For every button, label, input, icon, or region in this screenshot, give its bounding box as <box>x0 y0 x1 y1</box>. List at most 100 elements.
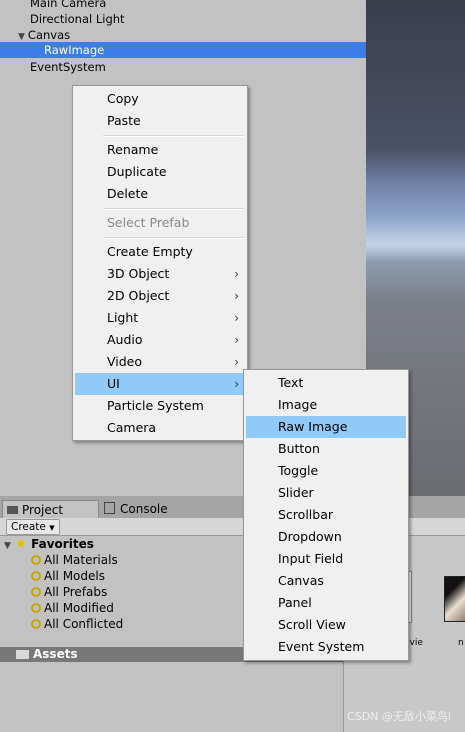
search-icon <box>31 555 41 565</box>
hierarchy-item-label: Main Camera <box>30 0 107 10</box>
hierarchy-item-directional-light[interactable]: Directional Light <box>30 11 396 27</box>
menu-item-ui[interactable]: UI › <box>75 373 245 395</box>
hierarchy-item-label: RawImage <box>44 43 105 57</box>
menu-item-label: Particle System <box>107 398 204 413</box>
chevron-right-icon: › <box>234 267 239 281</box>
menu-item-label: Audio <box>107 332 143 347</box>
menu-item-label: Light <box>107 310 139 325</box>
favorites-header[interactable]: ▼ ★ Favorites <box>4 536 94 552</box>
favorites-title: Favorites <box>31 537 94 551</box>
folder-icon <box>16 650 29 659</box>
favorite-label: All Conflicted <box>44 617 124 631</box>
submenu-item-input-field[interactable]: Input Field <box>246 548 406 570</box>
context-menu: Copy Paste Rename Duplicate Delete Selec… <box>72 85 248 441</box>
submenu-item-scrollbar[interactable]: Scrollbar <box>246 504 406 526</box>
foldout-arrow-icon[interactable]: ▼ <box>18 32 25 42</box>
menu-item-label: Input Field <box>278 551 344 566</box>
menu-item-label: 2D Object <box>107 288 170 303</box>
chevron-right-icon: › <box>234 333 239 347</box>
menu-item-delete[interactable]: Delete <box>75 183 245 205</box>
submenu-item-panel[interactable]: Panel <box>246 592 406 614</box>
menu-item-label: Event System <box>278 639 365 654</box>
submenu-item-button[interactable]: Button <box>246 438 406 460</box>
menu-item-label: Text <box>278 375 304 390</box>
menu-item-label: Rename <box>107 142 159 157</box>
favorite-item[interactable]: All Conflicted <box>31 616 123 632</box>
menu-separator <box>103 135 244 137</box>
chevron-right-icon: › <box>234 377 239 391</box>
create-label: Create <box>11 521 46 533</box>
menu-item-label: Scrollbar <box>278 507 333 522</box>
watermark: CSDN @无敌小菜鸟i <box>347 710 451 723</box>
submenu-item-canvas[interactable]: Canvas <box>246 570 406 592</box>
menu-item-label: Delete <box>107 186 149 201</box>
assets-label: Assets <box>33 647 78 661</box>
submenu-item-slider[interactable]: Slider <box>246 482 406 504</box>
menu-item-audio[interactable]: Audio › <box>75 329 245 351</box>
favorite-label: All Models <box>44 569 105 583</box>
menu-item-video[interactable]: Video › <box>75 351 245 373</box>
favorite-item[interactable]: All Prefabs <box>31 584 107 600</box>
asset-thumbnail[interactable] <box>444 576 465 622</box>
menu-item-2d-object[interactable]: 2D Object › <box>75 285 245 307</box>
menu-item-label: Toggle <box>278 463 319 478</box>
menu-item-label: Copy <box>107 91 139 106</box>
menu-item-label: Image <box>278 397 318 412</box>
menu-item-label: Slider <box>278 485 314 500</box>
favorite-item[interactable]: All Models <box>31 568 105 584</box>
hierarchy-item-eventsystem[interactable]: EventSystem <box>30 59 396 75</box>
submenu-item-scroll-view[interactable]: Scroll View <box>246 614 406 636</box>
search-icon <box>31 571 41 581</box>
favorite-item[interactable]: All Materials <box>31 552 118 568</box>
hierarchy-item-label: EventSystem <box>30 60 106 74</box>
tab-label: Console <box>120 502 168 516</box>
menu-item-create-empty[interactable]: Create Empty <box>75 241 245 263</box>
favorite-label: All Materials <box>44 553 118 567</box>
submenu-item-raw-image[interactable]: Raw Image <box>246 416 406 438</box>
menu-item-label: Create Empty <box>107 244 193 259</box>
menu-separator <box>103 237 244 239</box>
menu-item-label: Panel <box>278 595 312 610</box>
submenu-item-toggle[interactable]: Toggle <box>246 460 406 482</box>
menu-item-light[interactable]: Light › <box>75 307 245 329</box>
menu-item-camera[interactable]: Camera <box>75 417 245 439</box>
submenu-item-image[interactable]: Image <box>246 394 406 416</box>
hierarchy-item-rawimage[interactable]: RawImage <box>0 42 366 58</box>
submenu-item-dropdown[interactable]: Dropdown <box>246 526 406 548</box>
menu-item-copy[interactable]: Copy <box>75 88 245 110</box>
menu-item-label: Canvas <box>278 573 324 588</box>
menu-item-paste[interactable]: Paste <box>75 110 245 132</box>
tab-label: Project <box>22 503 64 517</box>
hierarchy-item-main-camera[interactable]: Main Camera <box>30 0 396 11</box>
menu-item-label: 3D Object <box>107 266 170 281</box>
menu-item-label: Camera <box>107 420 157 435</box>
search-icon <box>31 619 41 629</box>
favorite-label: All Modified <box>44 601 114 615</box>
menu-item-duplicate[interactable]: Duplicate <box>75 161 245 183</box>
favorite-item[interactable]: All Modified <box>31 600 114 616</box>
menu-item-rename[interactable]: Rename <box>75 139 245 161</box>
search-icon <box>31 603 41 613</box>
chevron-down-icon: ▼ <box>49 524 55 532</box>
hierarchy-item-canvas[interactable]: ▼ Canvas <box>18 27 384 43</box>
folder-icon <box>7 506 18 514</box>
favorite-label: All Prefabs <box>44 585 108 599</box>
submenu-item-text[interactable]: Text <box>246 372 406 394</box>
submenu-item-event-system[interactable]: Event System <box>246 636 406 658</box>
tab-console[interactable]: Console <box>104 500 204 518</box>
foldout-arrow-icon[interactable]: ▼ <box>4 541 11 551</box>
chevron-right-icon: › <box>234 311 239 325</box>
chevron-right-icon: › <box>234 289 239 303</box>
menu-item-label: Select Prefab <box>107 215 190 230</box>
create-dropdown-button[interactable]: Create ▼ <box>6 519 60 535</box>
asset-label: n <box>458 638 464 648</box>
chevron-right-icon: › <box>234 355 239 369</box>
menu-item-particle-system[interactable]: Particle System <box>75 395 245 417</box>
menu-item-label: Video <box>107 354 143 369</box>
menu-item-label: Scroll View <box>278 617 346 632</box>
menu-item-label: Button <box>278 441 320 456</box>
tab-project[interactable]: Project <box>2 500 99 519</box>
menu-item-3d-object[interactable]: 3D Object › <box>75 263 245 285</box>
menu-item-label: Dropdown <box>278 529 342 544</box>
menu-item-label: Raw Image <box>278 419 348 434</box>
